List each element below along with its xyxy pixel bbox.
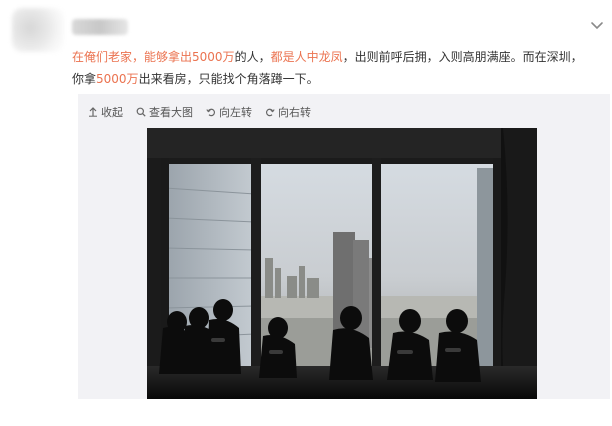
post-text-line-2: 你拿5000万出来看房，只能找个角落蹲一下。 <box>72 68 598 90</box>
page-bottom-area <box>0 399 612 426</box>
highlight-text: 能够拿出5000万 <box>144 50 235 64</box>
post-text-line-1: 在俺们老家，能够拿出5000万的人，都是人中龙凤，出则前呼后拥，入则高朋满座。而… <box>72 46 598 68</box>
collapse-button[interactable]: 收起 <box>88 104 123 120</box>
highlight-text: 5000万 <box>96 72 139 86</box>
rotate-right-label: 向右转 <box>278 106 311 119</box>
text: 的人， <box>234 50 271 64</box>
highlight-text: 在俺们老家， <box>72 50 145 64</box>
text: ，出则前呼后拥，入则高朋满座。而在深圳， <box>342 50 583 64</box>
view-large-button[interactable]: 查看大图 <box>136 104 193 120</box>
avatar[interactable] <box>12 8 64 52</box>
view-large-label: 查看大图 <box>149 106 193 119</box>
chevron-down-icon[interactable] <box>590 18 604 32</box>
post-text: 在俺们老家，能够拿出5000万的人，都是人中龙凤，出则前呼后拥，入则高朋满座。而… <box>72 46 598 90</box>
up-arrow-icon <box>89 107 97 117</box>
rotate-left-icon <box>206 108 216 117</box>
magnifier-icon <box>136 107 146 117</box>
rotate-left-label: 向左转 <box>219 106 252 119</box>
rotate-right-button[interactable]: 向右转 <box>265 104 311 120</box>
weibo-post: 在俺们老家，能够拿出5000万的人，都是人中龙凤，出则前呼后拥，入则高朋满座。而… <box>0 0 612 426</box>
post-photo[interactable] <box>147 128 537 399</box>
rotate-left-button[interactable]: 向左转 <box>206 104 252 120</box>
photo-image <box>147 128 537 399</box>
username-blurred[interactable] <box>72 19 128 35</box>
text: 出来看房，只能找个角落蹲一下。 <box>138 72 319 86</box>
highlight-text: 都是人中龙凤 <box>270 50 343 64</box>
media-viewer: 收起 查看大图 向左转 向右转 <box>78 94 610 399</box>
text: 你拿 <box>72 72 97 86</box>
collapse-label: 收起 <box>101 106 123 119</box>
rotate-right-icon <box>265 108 275 117</box>
media-toolbar: 收起 查看大图 向左转 向右转 <box>88 104 324 120</box>
